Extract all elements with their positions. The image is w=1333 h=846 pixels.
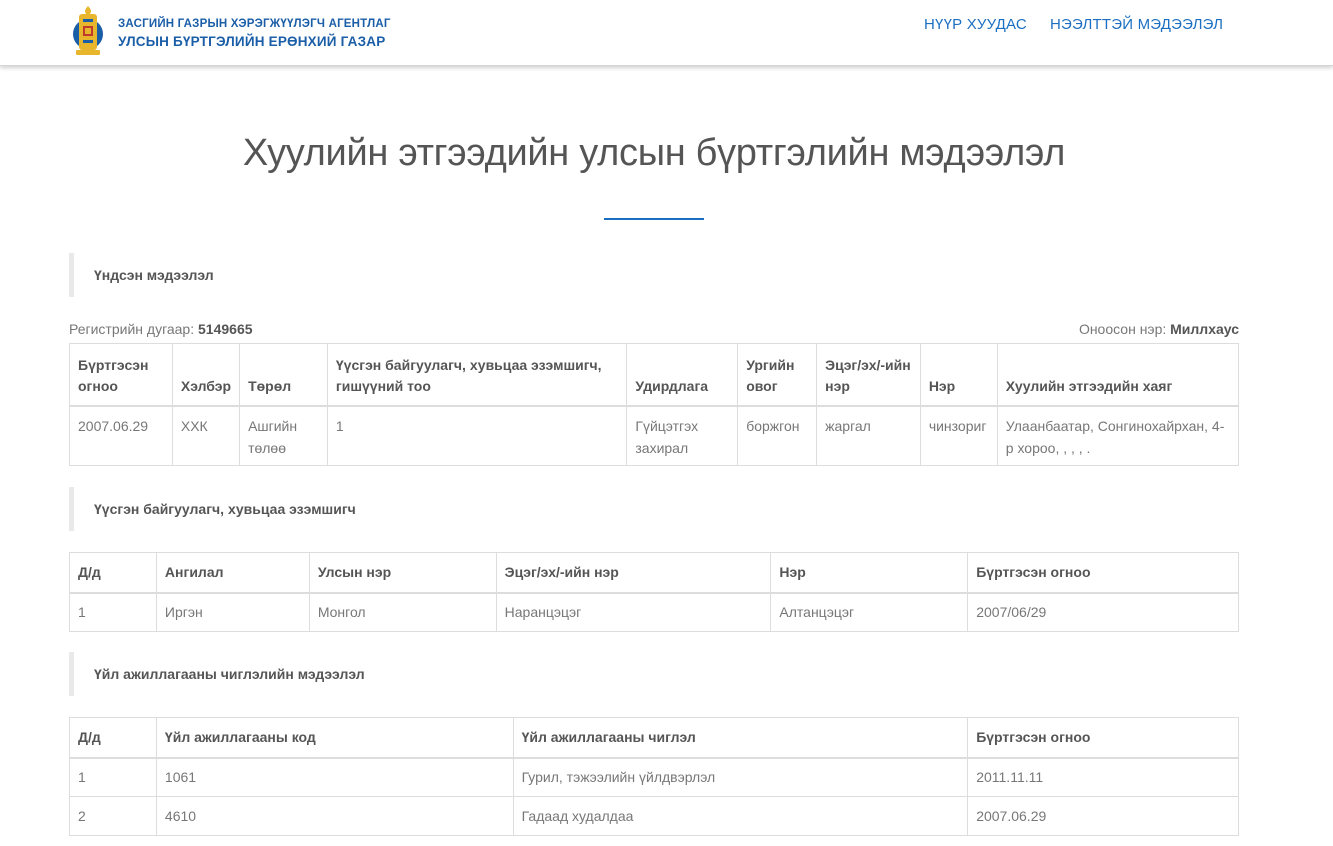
table-cell: 4610: [155, 796, 514, 836]
soyombo-emblem-icon: [73, 6, 103, 55]
section-heading-basic: Үндсэн мэдээлэл: [69, 253, 369, 297]
table-cell: 2007.06.29: [967, 796, 1239, 836]
column-header: Нэр: [770, 552, 969, 594]
title-underline: [604, 218, 704, 220]
table-row: 2 4610 Гадаад худалдаа 2007.06.29: [69, 796, 1239, 836]
table-cell: Монгол: [308, 592, 497, 632]
site-logo[interactable]: ЗАСГИЙН ГАЗРЫН ХЭРЭГЖҮҮЛЭГЧ АГЕНТЛАГ УЛС…: [70, 4, 400, 60]
table-row: 1 Иргэн Монгол Наранцэцэг Алтанцэцэг 200…: [69, 592, 1239, 632]
table-header-row: Д/д Үйл ажиллагааны код Үйл ажиллагааны …: [69, 717, 1239, 759]
table-row: 2007.06.29 ХХК Ашгийн төлөө 1 Гүйцэтгэх …: [69, 405, 1240, 466]
table-cell: Гадаад худалдаа: [512, 796, 969, 836]
assigned-name-value: Миллхаус: [1170, 321, 1239, 337]
table-cell: Наранцэцэг: [495, 592, 772, 632]
table-header-row: Бүртгэсэн огноо Хэлбэр Төрөл Үүсгэн байг…: [69, 343, 1240, 407]
logo-org-name: УЛСЫН БҮРТГЭЛИЙН ЕРӨНХИЙ ГАЗАР: [118, 34, 386, 49]
table-cell: 1: [69, 757, 157, 797]
table-cell: 2011.11.11: [967, 757, 1239, 797]
column-header: Д/д: [69, 717, 157, 759]
nav-open-info-link[interactable]: НЭЭЛТТЭЙ МЭДЭЭЛЭЛ: [1050, 16, 1223, 33]
section-heading-activities: Үйл ажиллагааны чиглэлийн мэдээлэл: [69, 652, 469, 696]
table-cell: Алтанцэцэг: [770, 592, 969, 632]
table-cell: Улаанбаатар, Сонгинохайрхан, 4-р хороо, …: [996, 405, 1240, 466]
table-cell: ХХК: [171, 405, 241, 466]
table-cell: Гүйцэтгэх захирал: [626, 405, 739, 466]
registration-number: Регистрийн дугаар: 5149665: [69, 321, 253, 337]
table-cell: Ашгийн төлөө: [239, 405, 328, 466]
table-cell: 1: [326, 405, 628, 466]
table-cell: жаргал: [816, 405, 921, 466]
column-header: Үйл ажиллагааны код: [155, 717, 514, 759]
column-header: Бүртгэсэн огноо: [69, 343, 173, 407]
column-header: Бүртгэсэн огноо: [967, 552, 1239, 594]
table-cell: Иргэн: [155, 592, 310, 632]
column-header: Эцэг/эх/-ийн нэр: [495, 552, 772, 594]
table-cell: боржгон: [737, 405, 818, 466]
column-header: Улсын нэр: [308, 552, 497, 594]
column-header: Нэр: [919, 343, 998, 407]
table-cell: 2007/06/29: [967, 592, 1239, 632]
page-title: Хуулийн этгээдийн улсын бүртгэлийн мэдээ…: [242, 132, 1066, 174]
table-header-row: Д/д Ангилал Улсын нэр Эцэг/эх/-ийн нэр Н…: [69, 552, 1239, 594]
founders-table: Д/д Ангилал Улсын нэр Эцэг/эх/-ийн нэр Н…: [69, 552, 1239, 632]
column-header: Үйл ажиллагааны чиглэл: [512, 717, 969, 759]
assigned-name-label: Оноосон нэр:: [1078, 321, 1167, 337]
basic-info-table: Бүртгэсэн огноо Хэлбэр Төрөл Үүсгэн байг…: [69, 343, 1240, 466]
activities-table: Д/д Үйл ажиллагааны код Үйл ажиллагааны …: [69, 717, 1239, 836]
table-cell: 1: [69, 592, 157, 632]
registration-number-value: 5149665: [198, 321, 253, 337]
table-cell: 1061: [155, 757, 514, 797]
nav-home-link[interactable]: НҮҮР ХУУДАС: [924, 16, 1027, 33]
table-cell: 2: [69, 796, 157, 836]
column-header: Хэлбэр: [171, 343, 241, 407]
column-header: Бүртгэсэн огноо: [967, 717, 1239, 759]
registration-number-label: Регистрийн дугаар:: [69, 321, 195, 337]
column-header: Д/д: [69, 552, 157, 594]
table-row: 1 1061 Гурил, тэжээлийн үйлдвэрлэл 2011.…: [69, 757, 1239, 797]
table-cell: Гурил, тэжээлийн үйлдвэрлэл: [512, 757, 969, 797]
column-header: Хуулийн этгээдийн хаяг: [996, 343, 1240, 407]
column-header: Ангилал: [155, 552, 310, 594]
column-header: Ургийн овог: [737, 343, 818, 407]
table-cell: чинзориг: [919, 405, 998, 466]
column-header: Үүсгэн байгуулагч, хувьцаа эзэмшигч, гиш…: [326, 343, 628, 407]
column-header: Удирдлага: [626, 343, 739, 407]
site-header: ЗАСГИЙН ГАЗРЫН ХЭРЭГЖҮҮЛЭГЧ АГЕНТЛАГ УЛС…: [0, 0, 1333, 66]
column-header: Эцэг/эх/-ийн нэр: [816, 343, 921, 407]
assigned-name: Оноосон нэр: Миллхаус: [1079, 321, 1239, 337]
table-cell: 2007.06.29: [69, 405, 173, 466]
logo-agency-line: ЗАСГИЙН ГАЗРЫН ХЭРЭГЖҮҮЛЭГЧ АГЕНТЛАГ: [118, 18, 391, 30]
column-header: Төрөл: [239, 343, 328, 407]
section-heading-founders: Үүсгэн байгуулагч, хувьцаа эзэмшигч: [69, 487, 369, 531]
